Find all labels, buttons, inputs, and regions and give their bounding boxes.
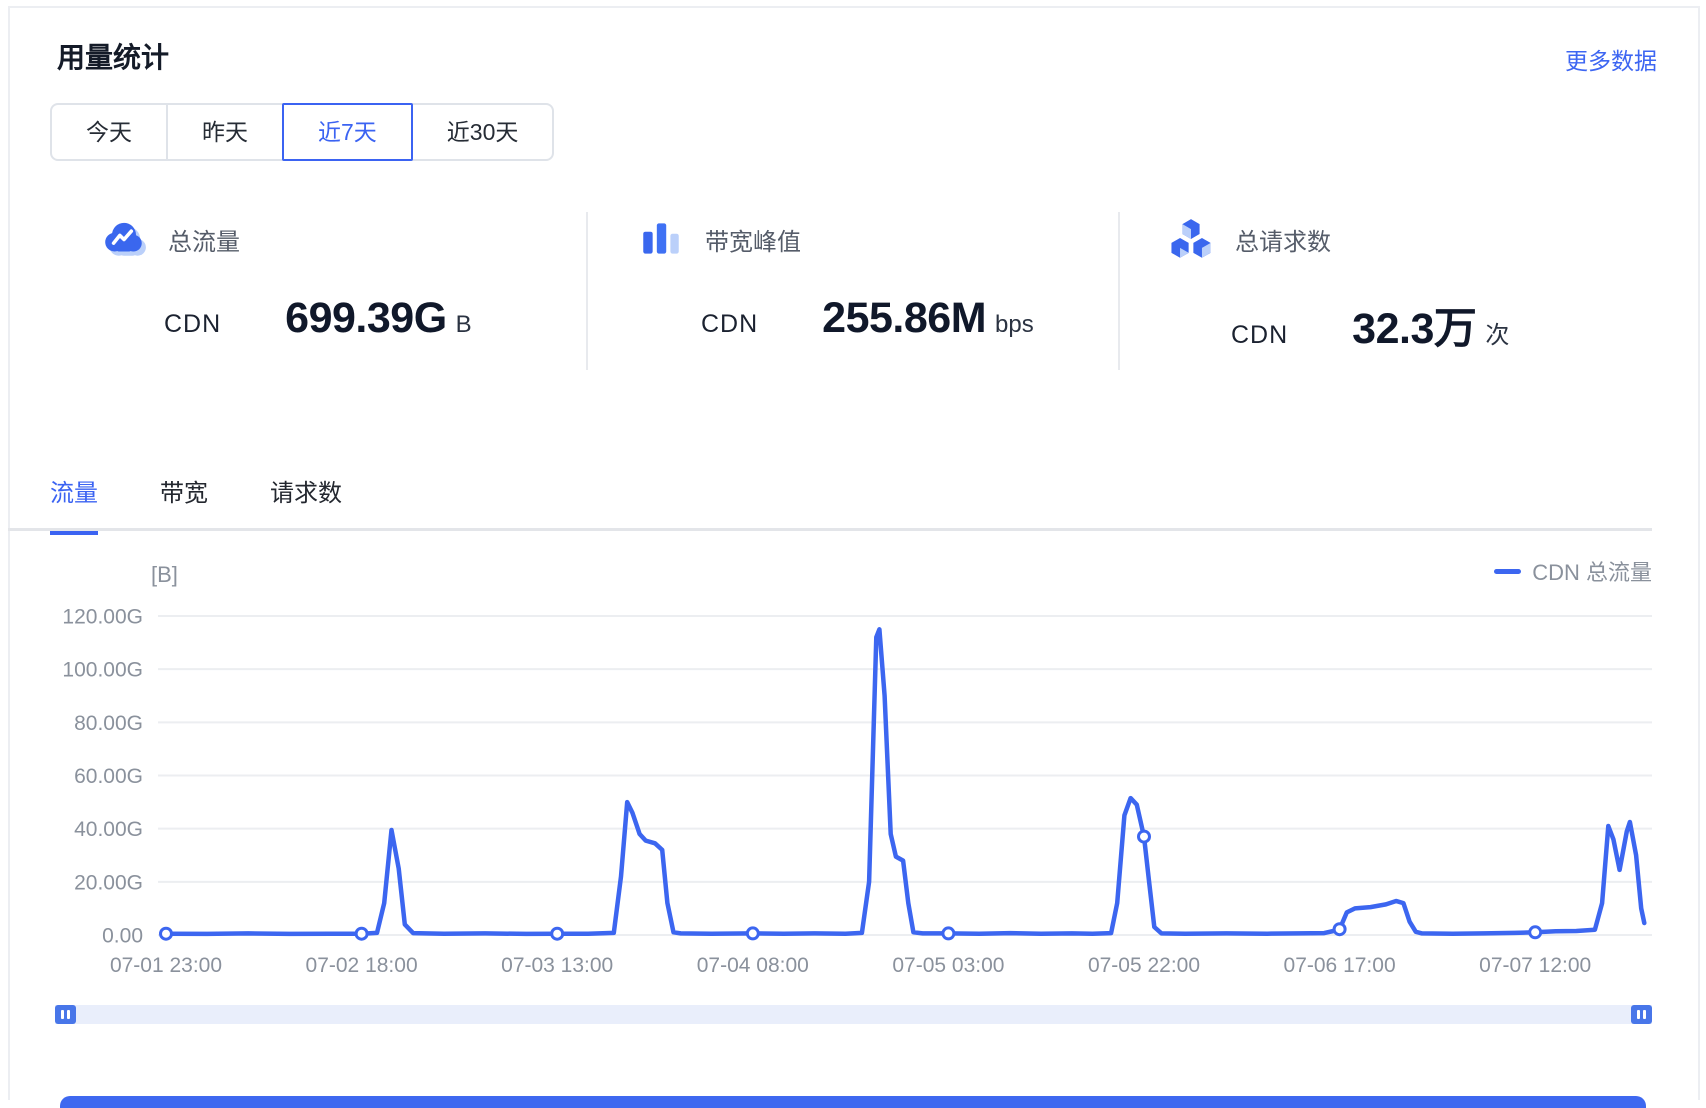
stat-unit: bps (995, 311, 1034, 339)
traffic-line-chart: 0.00 20.00G 40.00G 60.00G 80.00G 100.00G 120.0… (0, 540, 1706, 992)
datazoom-slider-track[interactable] (55, 1005, 1652, 1024)
data-point-marker (943, 928, 954, 939)
datazoom-left-handle[interactable] (55, 1005, 76, 1024)
stat-card-0: 总流量 CDN 699.39G B (100, 218, 472, 343)
pause-icon (1643, 1010, 1646, 1019)
stat-value: 255.86M (822, 294, 986, 343)
x-axis-tick-label: 07-04 08:00 (697, 954, 809, 977)
stat-card-header: 带宽峰值 (637, 218, 1034, 260)
range-tab-3[interactable]: 近30天 (411, 103, 555, 161)
more-data-link[interactable]: 更多数据 (1565, 42, 1657, 76)
traffic-line-series (166, 629, 1644, 934)
cloud-traffic-icon (100, 218, 148, 260)
pause-icon (1637, 1010, 1640, 1019)
y-axis-tick-label: 120.00G (62, 605, 143, 628)
x-axis-tick-label: 07-05 03:00 (892, 954, 1004, 977)
x-axis-tick-label: 07-05 22:00 (1088, 954, 1200, 977)
range-tab-2[interactable]: 近7天 (282, 103, 413, 161)
range-tab-1[interactable]: 昨天 (166, 103, 284, 161)
y-axis-tick-label: 100.00G (62, 659, 143, 682)
range-tab-0[interactable]: 今天 (50, 103, 168, 161)
bottom-blue-bar[interactable] (60, 1096, 1646, 1108)
stat-label: 总请求数 (1235, 222, 1331, 257)
stat-unit: 次 (1485, 315, 1509, 350)
stat-value: 699.39G (285, 294, 446, 343)
data-point-marker (356, 928, 367, 939)
x-axis-tick-label: 07-07 12:00 (1479, 954, 1591, 977)
stat-divider (1118, 212, 1120, 370)
stat-product-name: CDN (701, 310, 758, 339)
stat-divider (586, 212, 588, 370)
data-point-marker (161, 928, 172, 939)
chart-metric-tabs: 流量带宽请求数 (50, 473, 404, 535)
stat-card-header: 总请求数 (1167, 218, 1509, 260)
data-point-marker (1530, 927, 1541, 938)
y-axis-tick-label: 80.00G (74, 712, 143, 735)
x-axis-tick-label: 07-06 17:00 (1284, 954, 1396, 977)
stat-value: 32.3万 (1352, 294, 1476, 356)
stat-card-header: 总流量 (100, 218, 472, 260)
datazoom-right-handle[interactable] (1631, 1005, 1652, 1024)
x-axis-tick-label: 07-02 18:00 (306, 954, 418, 977)
data-point-marker (1139, 831, 1150, 842)
data-point-marker (747, 928, 758, 939)
stat-card-1: 带宽峰值 CDN 255.86M bps (637, 218, 1034, 343)
y-axis-tick-label: 60.00G (74, 765, 143, 788)
stat-unit: B (456, 311, 472, 339)
stat-value-row: CDN 699.39G B (164, 294, 472, 343)
x-axis-tick-label: 07-01 23:00 (110, 954, 222, 977)
stat-product-name: CDN (164, 310, 221, 339)
chart-tab-2[interactable]: 请求数 (270, 473, 342, 535)
date-range-tabs: 今天昨天近7天近30天 (50, 103, 554, 161)
bandwidth-bars-icon (637, 218, 685, 260)
y-axis-tick-label: 0.00 (102, 925, 143, 948)
stat-label: 带宽峰值 (705, 222, 801, 257)
data-point-marker (1334, 924, 1345, 935)
pause-icon (61, 1010, 64, 1019)
stat-card-2: 总请求数 CDN 32.3万次 (1167, 218, 1509, 356)
stat-product-name: CDN (1231, 321, 1288, 350)
chart-tab-0[interactable]: 流量 (50, 473, 98, 535)
stat-label: 总流量 (168, 222, 240, 257)
stat-value-row: CDN 32.3万次 (1231, 294, 1509, 356)
x-axis-tick-label: 07-03 13:00 (501, 954, 613, 977)
y-axis-tick-label: 20.00G (74, 871, 143, 894)
data-point-marker (552, 928, 563, 939)
page-title: 用量统计 (57, 36, 169, 76)
chart-tab-1[interactable]: 带宽 (160, 473, 208, 535)
requests-cubes-icon (1167, 218, 1215, 260)
tabs-divider-rule (8, 528, 1652, 531)
y-axis-tick-label: 40.00G (74, 818, 143, 841)
stat-value-row: CDN 255.86M bps (701, 294, 1034, 343)
pause-icon (67, 1010, 70, 1019)
